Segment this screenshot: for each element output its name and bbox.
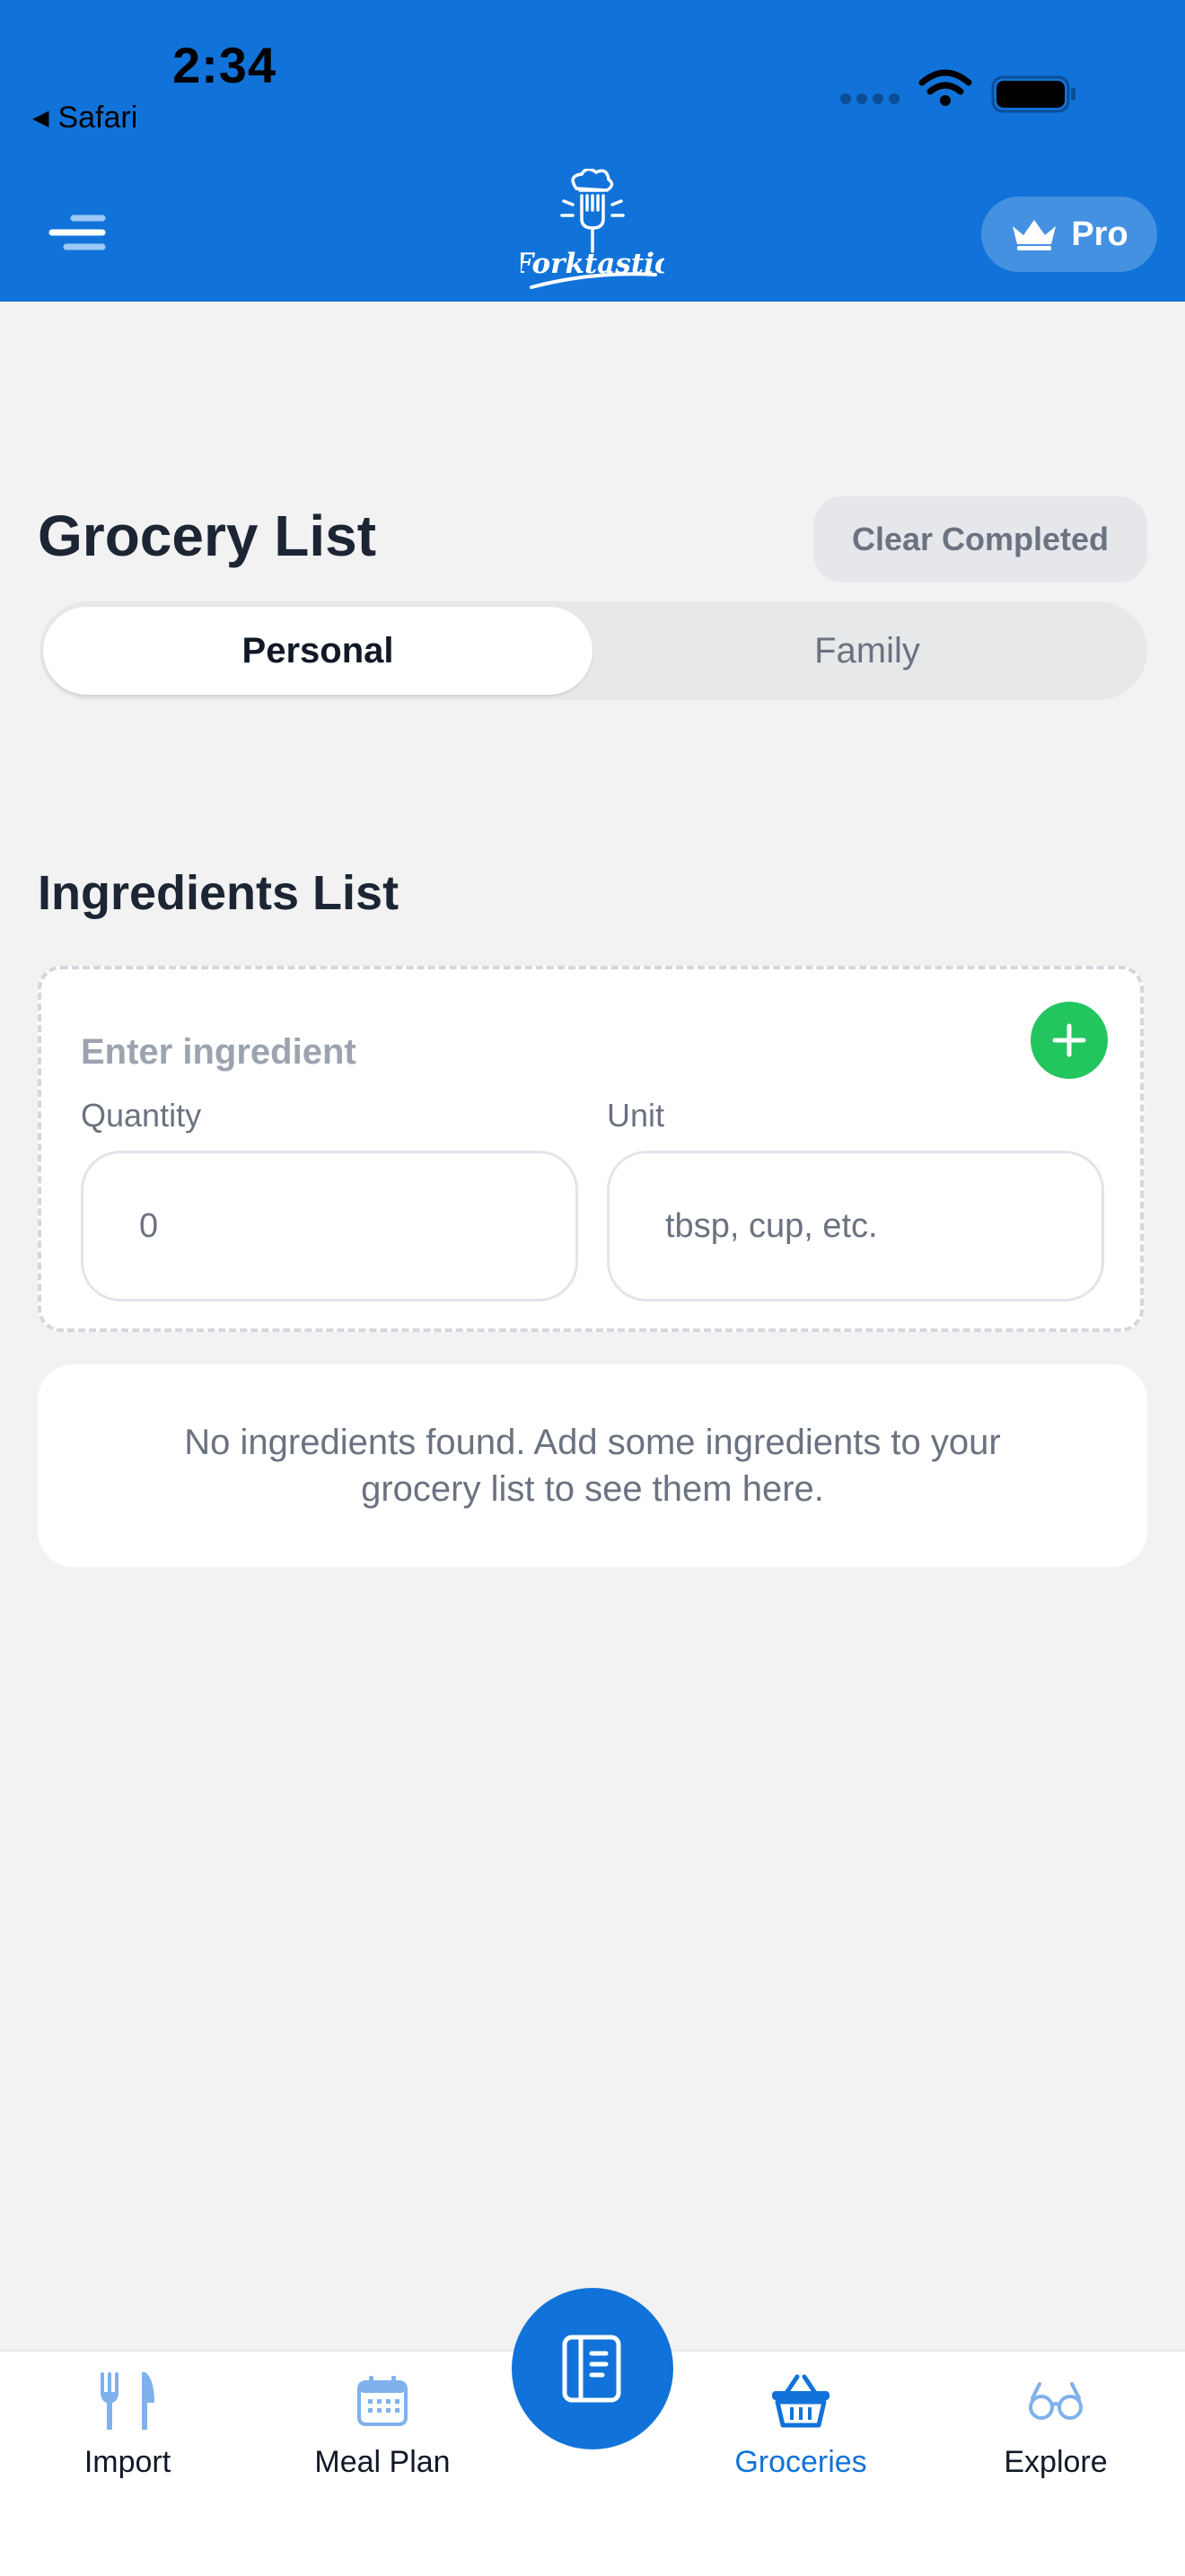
tab-import-label: Import <box>83 2445 171 2479</box>
ingredient-input[interactable] <box>81 1025 889 1079</box>
battery-icon <box>991 75 1075 113</box>
segment-personal[interactable]: Personal <box>43 607 592 695</box>
ingredient-entry-card: Quantity Unit <box>38 966 1144 1332</box>
quantity-field[interactable] <box>81 1151 578 1301</box>
tab-groceries-label: Groceries <box>734 2445 867 2479</box>
pro-button[interactable]: Pro <box>981 197 1157 272</box>
status-icons <box>840 69 1075 113</box>
unit-field[interactable] <box>607 1151 1104 1301</box>
recipe-book-icon <box>562 2335 621 2403</box>
tab-groceries[interactable]: Groceries <box>682 2352 919 2576</box>
signal-icon <box>840 93 900 104</box>
plus-icon <box>1052 1023 1086 1057</box>
tab-explore-label: Explore <box>1004 2445 1108 2479</box>
add-ingredient-button[interactable] <box>1031 1002 1108 1079</box>
basket-icon <box>772 2374 830 2428</box>
empty-state-message: No ingredients found. Add some ingredien… <box>184 1423 1001 1509</box>
page-title: Grocery List <box>38 504 377 568</box>
logo-text: Forktastic <box>521 248 664 280</box>
crown-icon <box>1013 220 1057 250</box>
tab-meal-plan[interactable]: Meal Plan <box>264 2352 501 2576</box>
tab-import[interactable]: Import <box>9 2352 246 2576</box>
menu-icon[interactable] <box>47 212 110 253</box>
wifi-icon <box>918 69 972 95</box>
back-triangle-icon: ◀ <box>32 106 49 130</box>
ingredients-section-title: Ingredients List <box>38 866 399 920</box>
back-app-label: Safari <box>57 101 138 135</box>
empty-state-card: No ingredients found. Add some ingredien… <box>38 1364 1147 1567</box>
forktastic-logo[interactable]: Forktastic <box>521 169 664 294</box>
clear-completed-button[interactable]: Clear Completed <box>813 496 1147 583</box>
glasses-icon <box>1029 2382 1083 2420</box>
calendar-icon <box>357 2376 408 2426</box>
tab-meal-plan-label: Meal Plan <box>314 2445 451 2479</box>
unit-label: Unit <box>607 1097 665 1134</box>
status-time: 2:34 <box>172 37 277 93</box>
segment-family[interactable]: Family <box>592 607 1142 695</box>
list-type-segmented-control: Personal Family <box>40 601 1147 700</box>
tab-explore[interactable]: Explore <box>937 2352 1174 2576</box>
pro-label: Pro <box>1071 215 1128 253</box>
wifi-dot-icon <box>940 95 951 106</box>
fork-knife-icon <box>101 2372 154 2430</box>
recipe-book-button[interactable] <box>512 2288 673 2449</box>
back-to-app-link[interactable]: ◀ Safari <box>32 101 137 136</box>
quantity-label: Quantity <box>81 1097 202 1134</box>
